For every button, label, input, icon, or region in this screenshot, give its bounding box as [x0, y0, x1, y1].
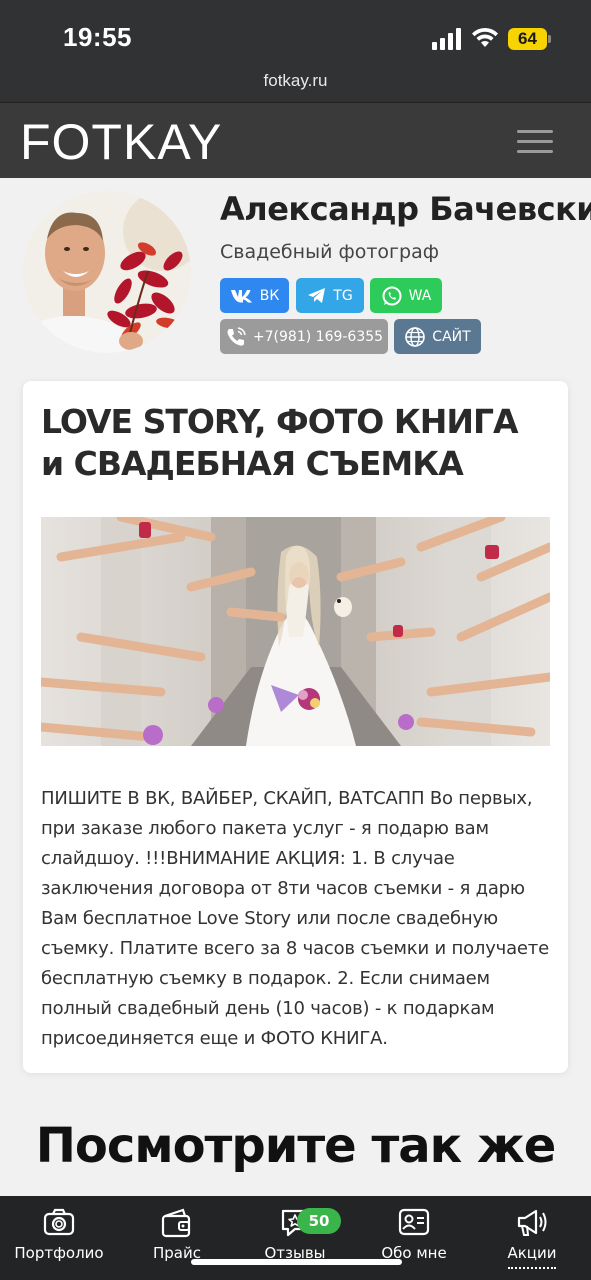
nav-about[interactable]: Обо мне: [368, 1196, 460, 1280]
see-also-heading: Посмотрите так же: [35, 1118, 557, 1174]
url-bar[interactable]: fotkay.ru: [0, 66, 591, 102]
url-text: fotkay.ru: [263, 71, 328, 90]
globe-icon: [405, 326, 426, 347]
bottom-nav: Портфолио Прайс Отзывы Обо мне Акции: [0, 1196, 591, 1280]
status-time: 19:55: [63, 22, 132, 52]
battery-level: 64: [508, 28, 547, 50]
whatsapp-button[interactable]: WA: [370, 278, 442, 313]
phone-button[interactable]: +7(981) 169-6355: [220, 319, 388, 354]
vk-button[interactable]: ВК: [220, 278, 289, 313]
vk-button-label: ВК: [259, 287, 280, 304]
id-card-icon: [398, 1208, 430, 1236]
status-bar: 19:55 64: [0, 0, 591, 66]
site-header: FOTKAY: [0, 102, 591, 178]
wallet-icon: [161, 1208, 191, 1238]
article-body: ПИШИТЕ В ВК, ВАЙБЕР, СКАЙП, ВАТСАПП Во п…: [41, 788, 549, 1049]
article-photo[interactable]: [41, 517, 550, 746]
signal-icon: [432, 28, 461, 50]
avatar: [23, 191, 191, 353]
telegram-button-label: TG: [333, 287, 353, 304]
nav-price[interactable]: Прайс: [132, 1196, 222, 1280]
profile-role: Свадебный фотограф: [220, 241, 439, 263]
profile-section: Александр Бачевский Свадебный фотограф В…: [0, 178, 591, 378]
wifi-icon: [472, 27, 498, 47]
megaphone-icon: [517, 1209, 547, 1236]
telegram-icon: [308, 287, 326, 303]
nav-portfolio-label: Портфолио: [14, 1244, 104, 1262]
profile-name: Александр Бачевский: [220, 190, 591, 228]
battery-icon: 64: [508, 28, 552, 50]
site-logo[interactable]: FOTKAY: [20, 113, 222, 171]
home-indicator[interactable]: [191, 1259, 402, 1265]
camera-icon: [43, 1208, 75, 1236]
site-button[interactable]: САЙТ: [394, 319, 481, 354]
whatsapp-icon: [382, 286, 402, 305]
telegram-button[interactable]: TG: [296, 278, 364, 313]
article-card: LOVE STORY, ФОТО КНИГА и СВАДЕБНАЯ СЪЕМК…: [23, 381, 568, 1073]
phone-icon: [227, 326, 246, 346]
article-title: LOVE STORY, ФОТО КНИГА и СВАДЕБНАЯ СЪЕМК…: [41, 402, 519, 483]
site-button-label: САЙТ: [432, 328, 471, 345]
nav-promotions-label: Акции: [507, 1244, 557, 1262]
phone-button-label: +7(981) 169-6355: [252, 328, 384, 345]
whatsapp-button-label: WA: [408, 287, 432, 304]
vk-icon: [230, 289, 252, 302]
menu-icon[interactable]: [517, 130, 553, 154]
reviews-count-badge: 50: [297, 1208, 341, 1234]
nav-portfolio[interactable]: Портфолио: [8, 1196, 110, 1280]
active-tab-indicator: [508, 1267, 556, 1269]
